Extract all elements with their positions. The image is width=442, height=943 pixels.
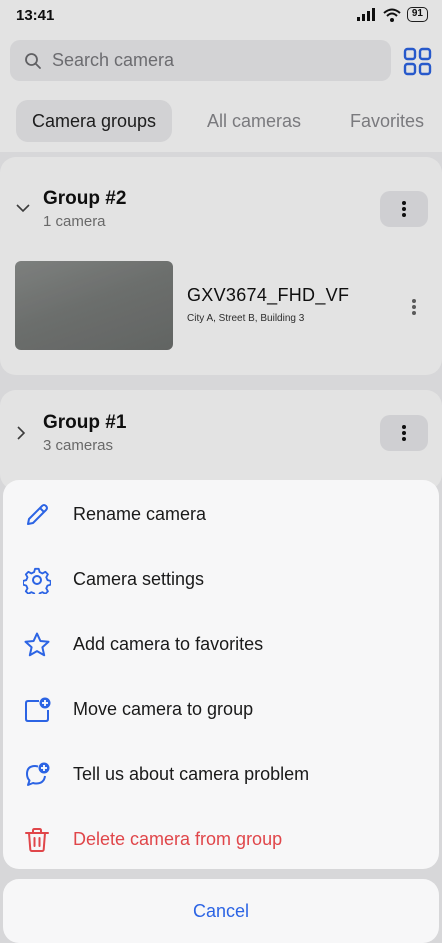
folder-plus-icon (25, 697, 51, 722)
trash-icon (25, 828, 49, 852)
chat-plus-icon (26, 762, 50, 786)
camera-action-sheet: Rename camera Camera settings Add camera… (3, 480, 439, 869)
cancel-button[interactable]: Cancel (3, 879, 439, 943)
add-to-favorites-button[interactable]: Add camera to favorites (3, 612, 439, 677)
move-to-group-label: Move camera to group (73, 699, 254, 719)
star-icon (24, 632, 50, 657)
camera-settings-button[interactable]: Camera settings (3, 547, 439, 612)
report-problem-label: Tell us about camera problem (73, 764, 310, 784)
report-problem-button[interactable]: Tell us about camera problem (3, 742, 439, 807)
add-to-favorites-label: Add camera to favorites (73, 634, 264, 654)
gear-icon (23, 567, 51, 594)
delete-from-group-label: Delete camera from group (73, 829, 283, 849)
move-to-group-button[interactable]: Move camera to group (3, 677, 439, 742)
rename-camera-label: Rename camera (73, 504, 207, 524)
camera-settings-label: Camera settings (73, 569, 205, 589)
rename-camera-button[interactable]: Rename camera (3, 482, 439, 547)
pencil-icon (27, 504, 48, 525)
delete-from-group-button[interactable]: Delete camera from group (3, 807, 439, 872)
